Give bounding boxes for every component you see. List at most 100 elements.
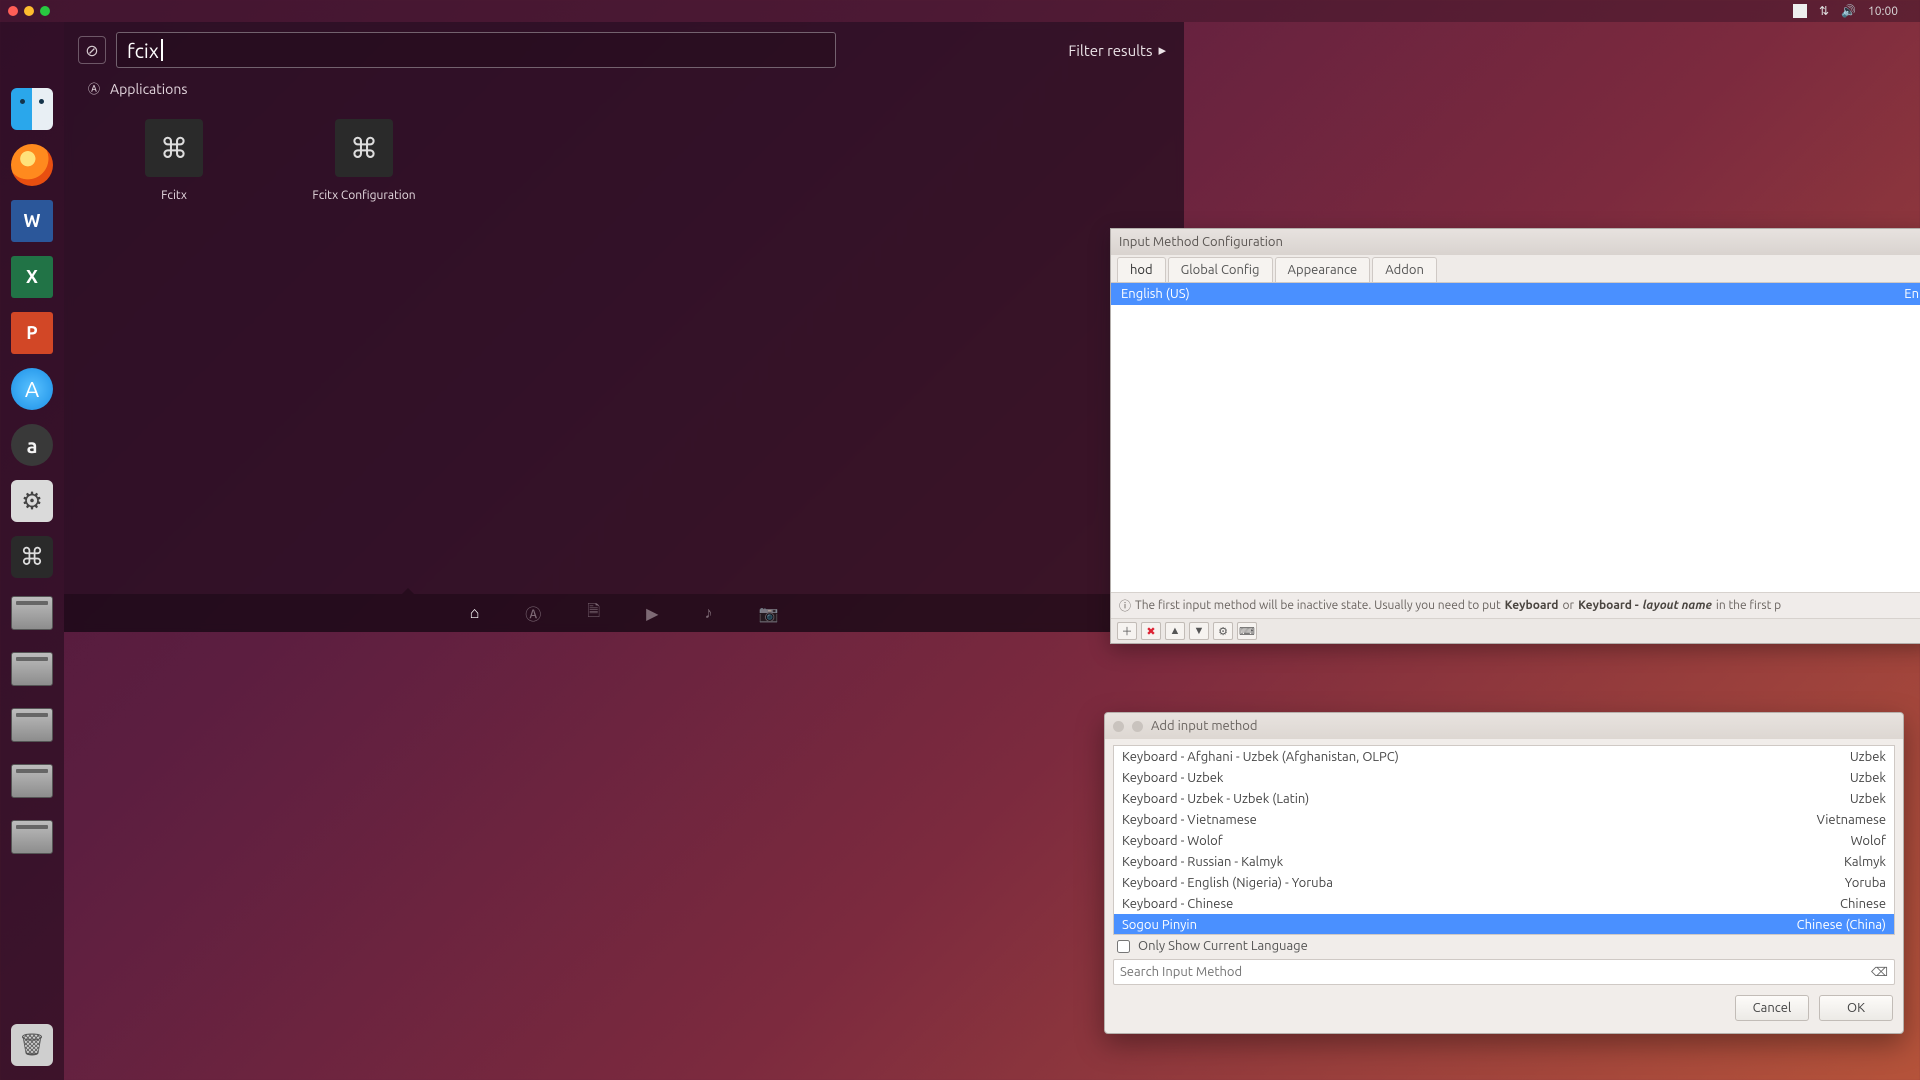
lens-applications[interactable]: Ⓐ xyxy=(525,601,541,625)
window-max-dot[interactable] xyxy=(40,6,50,16)
network-icon[interactable]: ⇅ xyxy=(1819,4,1829,18)
indicator-app-icon[interactable] xyxy=(1793,4,1807,18)
launcher: WXPAa ⚙ ⌘ 🗑 xyxy=(0,22,64,1080)
filter-results-label: Filter results xyxy=(1068,42,1152,59)
add-dialog-search[interactable]: ⌫ xyxy=(1113,959,1895,985)
add-input-method-dialog: Add input method Keyboard - Afghani - Uz… xyxy=(1104,712,1904,1034)
dash-lens-bar: ⌂ Ⓐ 🗎 ▶ ♪ 📷 xyxy=(64,594,1184,632)
launcher-word[interactable]: W xyxy=(7,196,57,246)
firefox-icon xyxy=(11,144,53,186)
input-method-row[interactable]: Keyboard - Afghani - Uzbek (Afghanistan,… xyxy=(1114,746,1894,767)
add-dialog-title: Add input method xyxy=(1151,719,1257,733)
input-method-row[interactable]: Keyboard - WolofWolof xyxy=(1114,830,1894,851)
input-method-lang: Kalmyk xyxy=(1844,855,1886,869)
lens-indicator-arrow-icon xyxy=(402,588,414,594)
hint-text-1: The first input method will be inactive … xyxy=(1135,599,1501,612)
tab-global-config[interactable]: Global Config xyxy=(1168,257,1273,282)
input-method-row[interactable]: Keyboard - Russian - Kalmyk Kalmyk xyxy=(1114,851,1894,872)
input-method-row[interactable]: Keyboard - Uzbek - Uzbek (Latin)Uzbek xyxy=(1114,788,1894,809)
app-result-0[interactable]: ⌘Fcitx xyxy=(114,119,234,202)
app-store-icon: A xyxy=(11,368,53,410)
lens-video[interactable]: ▶ xyxy=(646,604,658,623)
launcher-excel[interactable]: X xyxy=(7,252,57,302)
launcher-drive-2[interactable] xyxy=(7,644,57,694)
launcher-drive-3[interactable] xyxy=(7,700,57,750)
command-icon: ⌘ xyxy=(145,119,203,177)
launcher-amazon[interactable]: a xyxy=(7,420,57,470)
launcher-fcitx-launcher-icon[interactable]: ⌘ xyxy=(7,532,57,582)
cancel-button[interactable]: Cancel xyxy=(1735,995,1809,1021)
launcher-powerpoint[interactable]: P xyxy=(7,308,57,358)
filter-results-button[interactable]: Filter results ▸ xyxy=(1068,41,1166,59)
dialog-close-dot[interactable] xyxy=(1113,721,1124,732)
im-entry-english-us[interactable]: English (US) En xyxy=(1111,283,1920,305)
dialog-min-dot[interactable] xyxy=(1132,721,1143,732)
im-add-button[interactable]: ＋ xyxy=(1117,622,1137,640)
lens-files[interactable]: 🗎 xyxy=(587,600,600,627)
hint-layout: layout name xyxy=(1643,599,1712,612)
im-config-hint: ⓘ The first input method will be inactiv… xyxy=(1111,593,1920,618)
launcher-app-store[interactable]: A xyxy=(7,364,57,414)
input-method-row[interactable]: Keyboard - English (Nigeria) - YorubaYor… xyxy=(1114,872,1894,893)
launcher-drive-5[interactable] xyxy=(7,812,57,862)
im-move-up-button[interactable]: ▲ xyxy=(1165,622,1185,640)
im-remove-button[interactable]: ✖ xyxy=(1141,622,1161,640)
search-clear-button[interactable]: ⊘ xyxy=(78,36,106,64)
menubar: ⇅ 🔊 10:00 xyxy=(0,0,1920,22)
cancel-label: Cancel xyxy=(1753,1001,1792,1015)
lens-music[interactable]: ♪ xyxy=(704,604,712,623)
input-method-lang: Vietnamese xyxy=(1817,813,1886,827)
drive-icon xyxy=(11,764,53,798)
tab-appearance[interactable]: Appearance xyxy=(1275,257,1371,282)
input-method-name: Keyboard - Uzbek - Uzbek (Latin) xyxy=(1122,792,1309,806)
im-config-toolbar: ＋ ✖ ▲ ▼ ⚙ ⌨ xyxy=(1111,618,1920,643)
launcher-drive-1[interactable] xyxy=(7,588,57,638)
input-method-lang: Chinese xyxy=(1840,897,1886,911)
input-method-name: Keyboard - Russian - Kalmyk xyxy=(1122,855,1283,869)
input-method-row[interactable]: Keyboard - UzbekUzbek xyxy=(1114,767,1894,788)
im-config-list[interactable]: English (US) En xyxy=(1111,283,1920,593)
clear-search-icon[interactable]: ⌫ xyxy=(1871,965,1888,979)
lens-photos[interactable]: 📷 xyxy=(758,604,778,623)
tab-input-method-label: hod xyxy=(1130,263,1153,277)
launcher-firefox[interactable] xyxy=(7,140,57,190)
window-close-dot[interactable] xyxy=(8,6,18,16)
powerpoint-icon: P xyxy=(11,312,53,354)
dash-search-box[interactable]: fcix xyxy=(116,32,836,68)
ok-button[interactable]: OK xyxy=(1819,995,1893,1021)
tab-appearance-label: Appearance xyxy=(1288,263,1358,277)
input-method-row[interactable]: Keyboard - VietnameseVietnamese xyxy=(1114,809,1894,830)
im-configure-button[interactable]: ⚙ xyxy=(1213,622,1233,640)
im-move-down-button[interactable]: ▼ xyxy=(1189,622,1209,640)
input-method-row[interactable]: Keyboard - ChineseChinese xyxy=(1114,893,1894,914)
im-entry-label: English (US) xyxy=(1121,287,1190,301)
im-config-title: Input Method Configuration xyxy=(1119,235,1283,249)
tab-input-method[interactable]: hod xyxy=(1117,257,1166,282)
hint-or: or xyxy=(1563,599,1575,612)
window-min-dot[interactable] xyxy=(24,6,34,16)
launcher-system-settings[interactable]: ⚙ xyxy=(7,476,57,526)
input-method-lang: Wolof xyxy=(1851,834,1886,848)
tab-addon[interactable]: Addon xyxy=(1372,257,1437,282)
launcher-finder[interactable] xyxy=(7,84,57,134)
input-method-name: Keyboard - English (Nigeria) - Yoruba xyxy=(1122,876,1333,890)
finder-icon xyxy=(11,88,53,130)
settings-icon: ⚙ xyxy=(11,480,53,522)
applications-section-header[interactable]: Ⓐ Applications xyxy=(64,74,1184,101)
add-dialog-titlebar[interactable]: Add input method xyxy=(1105,713,1903,739)
input-method-lang: Chinese (China) xyxy=(1797,918,1886,932)
clock[interactable]: 10:00 xyxy=(1868,5,1898,18)
drive-icon xyxy=(11,708,53,742)
im-keyboard-button[interactable]: ⌨ xyxy=(1237,622,1257,640)
launcher-apple-menu[interactable] xyxy=(7,28,57,78)
only-current-language-checkbox[interactable] xyxy=(1117,940,1130,953)
launcher-drive-4[interactable] xyxy=(7,756,57,806)
sound-icon[interactable]: 🔊 xyxy=(1841,4,1856,18)
input-method-row[interactable]: Sogou PinyinChinese (China) xyxy=(1114,914,1894,935)
add-dialog-search-input[interactable] xyxy=(1120,965,1871,979)
launcher-trash[interactable]: 🗑 xyxy=(7,1020,57,1070)
im-config-titlebar[interactable]: Input Method Configuration xyxy=(1111,229,1920,255)
lens-home[interactable]: ⌂ xyxy=(470,604,480,623)
app-result-1[interactable]: ⌘Fcitx Configuration xyxy=(304,119,424,202)
add-dialog-list[interactable]: Keyboard - Afghani - Uzbek (Afghanistan,… xyxy=(1113,745,1895,935)
